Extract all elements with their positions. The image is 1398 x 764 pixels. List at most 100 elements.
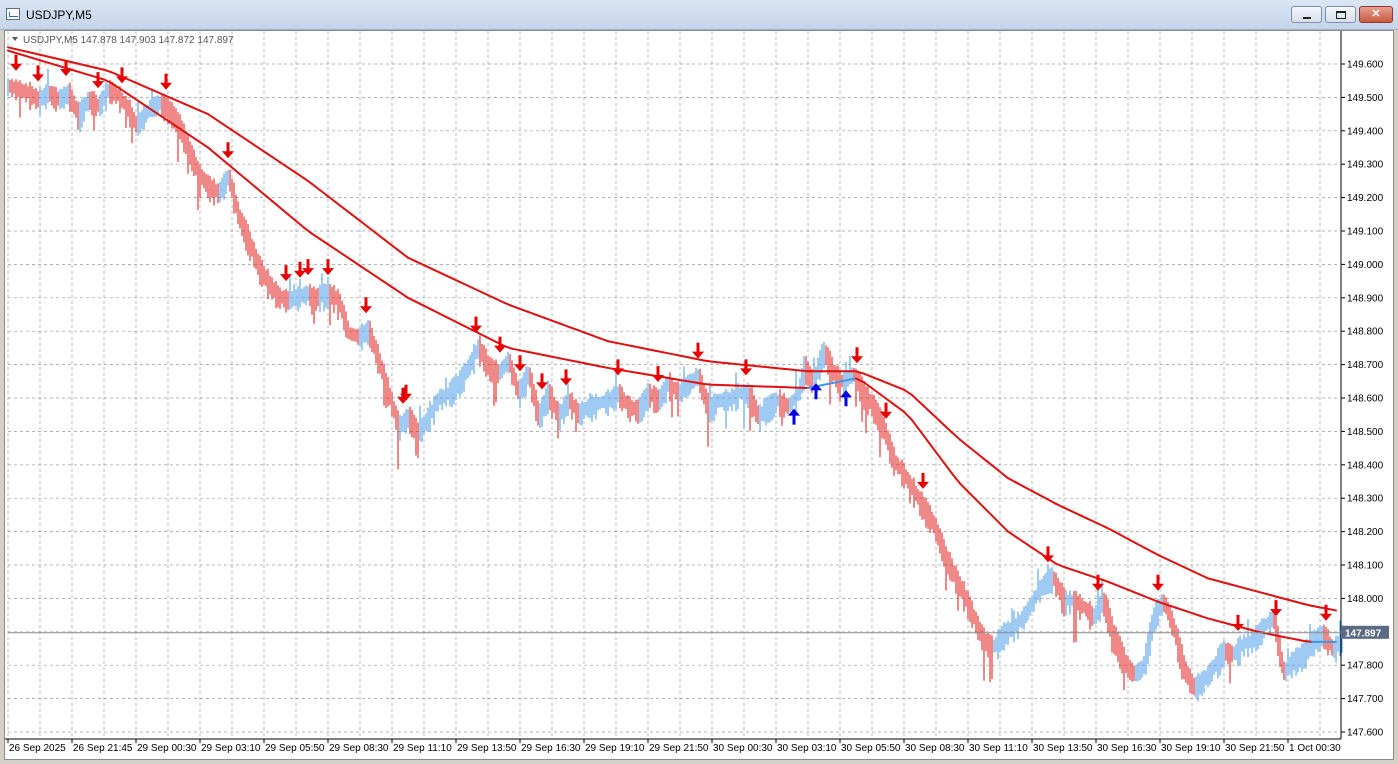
ma-fast-line — [1191, 612, 1201, 617]
ma-slow-line — [783, 367, 793, 371]
ma-fast-line — [1223, 621, 1233, 626]
ma-slow-line — [1295, 600, 1305, 606]
ma-slow-line — [327, 195, 337, 204]
ma-slow-line — [951, 431, 961, 441]
ma-slow-line — [279, 161, 289, 169]
ma-fast-line — [1207, 617, 1217, 622]
ma-slow-line — [447, 275, 457, 282]
chart-area[interactable]: 149.600 149.500 149.400 149.300 149.200 149.1… — [4, 30, 1394, 760]
ma-slow-line — [799, 369, 809, 373]
ma-slow-line — [287, 166, 297, 174]
ma-fast-line — [239, 173, 249, 182]
ma-slow-line — [663, 351, 673, 356]
ma-slow-line — [1191, 569, 1201, 576]
close-button[interactable]: ✕ — [1359, 6, 1393, 23]
ma-fast-line — [911, 419, 921, 432]
ma-slow-line — [255, 145, 265, 153]
ma-slow-line — [647, 348, 657, 352]
ma-slow-line — [735, 363, 745, 366]
ma-fast-line — [479, 332, 489, 339]
ma-slow-line — [23, 50, 33, 54]
ma-slow-line — [311, 182, 321, 192]
sell-arrow-icon — [494, 336, 506, 353]
ma-slow-line — [527, 310, 537, 316]
ma-slow-line — [407, 256, 417, 263]
ma-slow-line — [1023, 485, 1033, 492]
close-icon: ✕ — [1371, 8, 1381, 20]
ma-slow-line — [1327, 607, 1337, 612]
ma-fast-line — [383, 280, 393, 289]
sell-arrow-icon — [360, 297, 372, 314]
ma-slow-line — [127, 78, 137, 84]
ma-slow-line — [599, 337, 609, 343]
ma-fast-line — [991, 514, 1001, 525]
ma-slow-line — [511, 304, 521, 310]
ma-slow-line — [655, 349, 665, 354]
window-titlebar: USDJPY,M5 ✕ — [0, 0, 1398, 30]
ma-fast-line — [327, 243, 337, 251]
ma-slow-line — [495, 297, 505, 304]
ma-slow-line — [319, 189, 329, 198]
sell-arrow-icon — [851, 347, 863, 364]
ma-fast-line — [391, 286, 401, 294]
ma-fast-line — [87, 73, 97, 79]
ma-slow-line — [671, 353, 681, 357]
ma-slow-line — [207, 113, 217, 121]
ma-fast-line — [79, 71, 89, 76]
ma-slow-line — [687, 356, 697, 360]
minimize-button[interactable] — [1291, 6, 1322, 23]
ma-slow-line — [183, 102, 193, 109]
ma-fast-line — [703, 382, 713, 386]
ma-slow-line — [999, 470, 1009, 480]
time-tick-label: 29 Sep 00:30 — [137, 743, 197, 754]
ma-fast-line — [943, 461, 953, 475]
ma-fast-line — [639, 372, 649, 376]
time-tick-label: 30 Sep 00:30 — [713, 743, 773, 754]
ma-slow-line — [1183, 566, 1193, 572]
ma-fast-line — [823, 382, 833, 386]
price-tick-label: 148.600 — [1347, 394, 1384, 405]
ma-fast-line — [1087, 574, 1097, 579]
ma-fast-line — [543, 354, 553, 358]
ma-fast-line — [671, 377, 681, 381]
ma-slow-line — [1287, 598, 1297, 603]
ma-slow-line — [975, 451, 985, 460]
ma-fast-line — [839, 378, 849, 383]
time-tick-label: 29 Sep 16:30 — [521, 743, 581, 754]
ma-slow-line — [1199, 573, 1209, 580]
maximize-button[interactable] — [1325, 6, 1356, 23]
time-tick-label: 30 Sep 13:50 — [1033, 743, 1093, 754]
ma-fast-line — [39, 59, 49, 64]
ma-slow-line — [31, 51, 41, 56]
ma-slow-line — [95, 66, 105, 71]
ma-slow-line — [1047, 498, 1057, 505]
ma-slow-line — [879, 379, 889, 385]
ma-slow-line — [695, 357, 705, 362]
ma-fast-line — [119, 87, 129, 96]
ma-fast-line — [1063, 566, 1073, 571]
ma-slow-line — [247, 139, 257, 148]
ma-slow-line — [471, 286, 481, 293]
price-tick-label: 147.700 — [1347, 694, 1384, 705]
ma-slow-line — [1239, 585, 1249, 591]
ma-slow-line — [55, 57, 65, 62]
ma-slow-line — [919, 401, 929, 412]
ma-slow-line — [519, 307, 529, 313]
ma-fast-line — [103, 78, 113, 85]
ma-fast-line — [23, 54, 33, 59]
ma-slow-line — [1071, 510, 1081, 517]
ma-fast-line — [1303, 640, 1313, 643]
ma-fast-line — [935, 451, 945, 464]
ma-slow-line — [1215, 579, 1225, 584]
ma-slow-line — [871, 375, 881, 382]
ma-fast-line — [831, 380, 841, 385]
time-tick-label: 30 Sep 21:50 — [1225, 743, 1285, 754]
sell-arrow-icon — [32, 65, 44, 82]
ma-slow-line — [271, 155, 281, 164]
price-tick-label: 147.600 — [1347, 728, 1384, 739]
price-chart[interactable]: 149.600 149.500 149.400 149.300 149.200 149.1… — [5, 31, 1393, 759]
sell-arrow-icon — [322, 259, 334, 276]
ma-slow-line — [1231, 583, 1241, 588]
ma-fast-line — [567, 358, 577, 363]
ma-slow-line — [367, 225, 377, 235]
